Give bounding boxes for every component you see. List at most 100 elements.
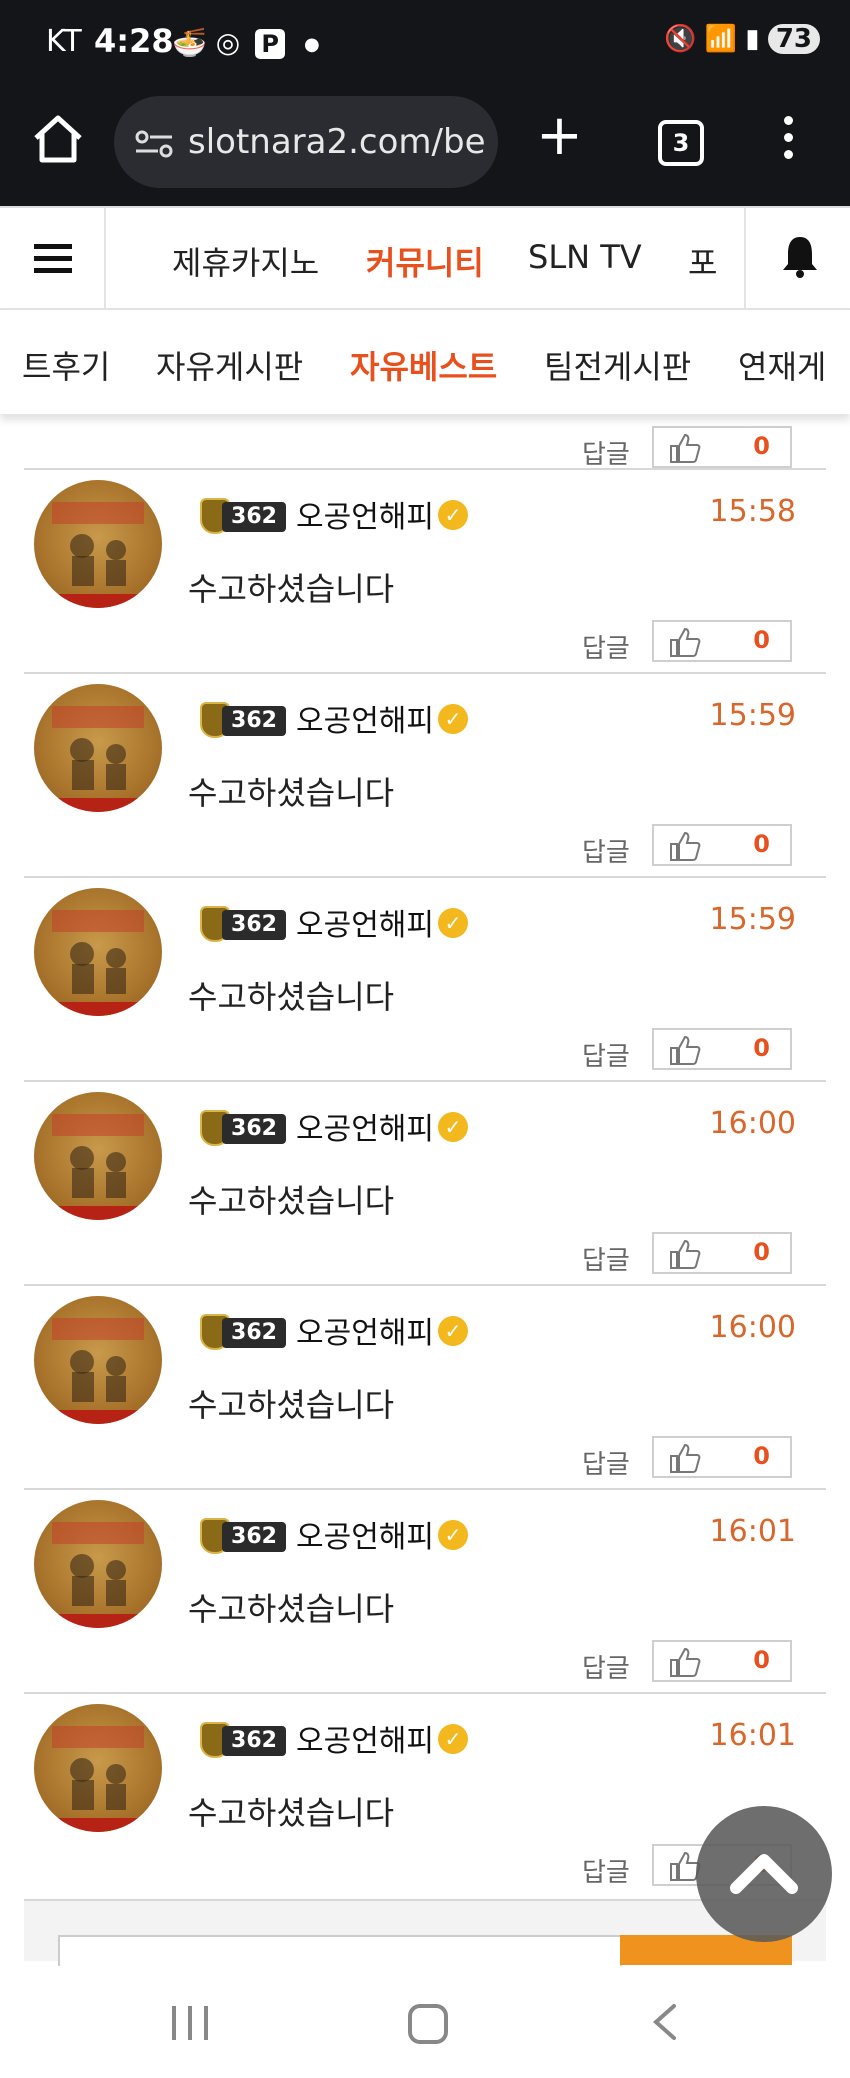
subnav-item-series[interactable]: 연재게 [738,342,826,388]
app-notification-icon: ◎ [215,26,241,59]
thumbs-up-icon [670,1443,701,1473]
address-bar[interactable]: slotnara2.com/be [114,96,498,188]
username[interactable]: 오공언해피 [296,492,434,536]
like-button[interactable]: 0 [652,1640,792,1682]
recent-apps-icon[interactable] [172,2006,220,2044]
thumbs-up-icon [670,1035,701,1065]
nav-item-more[interactable]: 포 [688,238,717,284]
comment-text: 수고하셨습니다 [188,978,395,1016]
avatar[interactable] [34,1296,162,1424]
subnav-item-free-board[interactable]: 자유게시판 [156,342,303,388]
verified-icon: ✓ [438,908,468,938]
like-button[interactable]: 0 [652,824,792,866]
avatar[interactable] [34,480,162,608]
level-badge: 362 [200,906,286,942]
comment-text: 수고하셨습니다 [188,774,395,812]
subnav-item-reviews[interactable]: 트후기 [22,342,110,388]
like-button[interactable]: 0 [652,1028,792,1070]
comment-time: 16:01 [709,1514,796,1549]
site-settings-icon[interactable] [134,129,174,159]
reply-button[interactable]: 답글 [582,832,630,869]
url-text: slotnara2.com/be [188,122,486,162]
username[interactable]: 오공언해피 [296,900,434,944]
reply-button[interactable]: 답글 [582,1036,630,1073]
comment-time: 15:58 [709,494,796,529]
comment-item: 362 오공언해피 ✓ 15:59 수고하셨습니다답글 0 [24,672,826,876]
scroll-to-top-button[interactable] [696,1806,832,1942]
avatar[interactable] [34,684,162,812]
avatar[interactable] [34,888,162,1016]
level-badge: 362 [200,1110,286,1146]
more-menu-icon[interactable] [784,116,794,167]
username[interactable]: 오공언해피 [296,1308,434,1352]
new-tab-button[interactable]: + [536,106,583,166]
comment-text: 수고하셨습니다 [188,570,395,608]
level-number: 362 [222,1726,286,1756]
level-badge: 362 [200,702,286,738]
like-button[interactable]: 0 [652,1232,792,1274]
comment-text: 수고하셨습니다 [188,1182,395,1220]
home-icon[interactable] [30,112,86,168]
nav-item-partner-casino[interactable]: 제휴카지노 [172,238,319,284]
comment-input[interactable] [58,1935,622,1969]
comment-time: 16:01 [709,1718,796,1753]
username[interactable]: 오공언해피 [296,1716,434,1760]
site-main-nav: 제휴카지노 커뮤니티 SLN TV 포 [0,206,850,310]
main-nav-items: 제휴카지노 커뮤니티 SLN TV 포 [104,208,744,308]
level-number: 362 [222,1522,286,1552]
verified-icon: ✓ [438,1520,468,1550]
like-button[interactable]: 0 [652,1436,792,1478]
level-badge: 362 [200,498,286,534]
level-number: 362 [222,1318,286,1348]
reply-button[interactable]: 답글 [582,1444,630,1481]
comment-text: 수고하셨습니다 [188,1386,395,1424]
browser-toolbar: slotnara2.com/be + 3 [0,90,850,206]
avatar[interactable] [34,1500,162,1628]
avatar[interactable] [34,1704,162,1832]
verified-icon: ✓ [438,704,468,734]
back-icon[interactable] [650,2002,680,2042]
notification-bell-icon[interactable] [744,208,850,308]
battery-indicator: 73 [767,24,820,54]
home-button-icon[interactable] [408,2004,448,2044]
like-button[interactable]: 0 [652,620,792,662]
like-count: 0 [753,432,770,460]
verified-icon: ✓ [438,500,468,530]
comment-item: 362 오공언해피 ✓ 16:00 수고하셨습니다 답글 0 [24,1080,826,1284]
notification-icons: 🍜 ◎ P ● [172,26,320,59]
username[interactable]: 오공언해피 [296,1104,434,1148]
level-number: 362 [222,502,286,532]
nav-item-community[interactable]: 커뮤니티 [366,238,484,284]
reply-button[interactable]: 답글 [582,1240,630,1277]
verified-icon: ✓ [438,1724,468,1754]
like-count: 0 [753,1238,770,1266]
comment-item: 362 오공언해피 ✓ 15:58 수고하셨습니다답글 0 [24,468,826,672]
comment-item: 362 오공언해피 ✓ 16:00 수고하셨습니다 답글 0 [24,1284,826,1488]
parking-icon: P [255,29,286,59]
subnav-item-team-board[interactable]: 팀전게시판 [544,342,691,388]
thumbs-up-icon [670,627,701,657]
mute-icon: 🔇 [663,24,697,54]
comment-time: 15:59 [709,902,796,937]
username[interactable]: 오공언해피 [296,1512,434,1556]
avatar[interactable] [34,1092,162,1220]
reply-button[interactable]: 답글 [582,434,630,471]
status-bar: KT 4:28 🍜 ◎ P ● 🔇 📶 ▮ 73 [0,0,850,90]
dot-icon: ● [304,33,320,55]
like-count: 0 [753,1034,770,1062]
menu-icon[interactable] [0,208,106,308]
tab-switcher-button[interactable]: 3 [658,120,704,166]
username[interactable]: 오공언해피 [296,696,434,740]
like-button[interactable]: 0 [652,426,792,468]
comment-time: 15:59 [709,698,796,733]
comment-time: 16:00 [709,1106,796,1141]
signal-icon: ▮ [745,24,760,54]
reply-button[interactable]: 답글 [582,1648,630,1685]
nav-item-sln-tv[interactable]: SLN TV [528,238,642,276]
comment-item: 362 오공언해피✓ 16:01 수고하셨습니다답글 0 [24,1488,826,1692]
subnav-item-free-best[interactable]: 자유베스트 [350,342,497,388]
board-sub-nav: 트후기 자유게시판 자유베스트 팀전게시판 연재게 [0,310,850,414]
reply-button[interactable]: 답글 [582,1852,630,1889]
reply-button[interactable]: 답글 [582,628,630,665]
thumbs-up-icon [670,1239,701,1269]
